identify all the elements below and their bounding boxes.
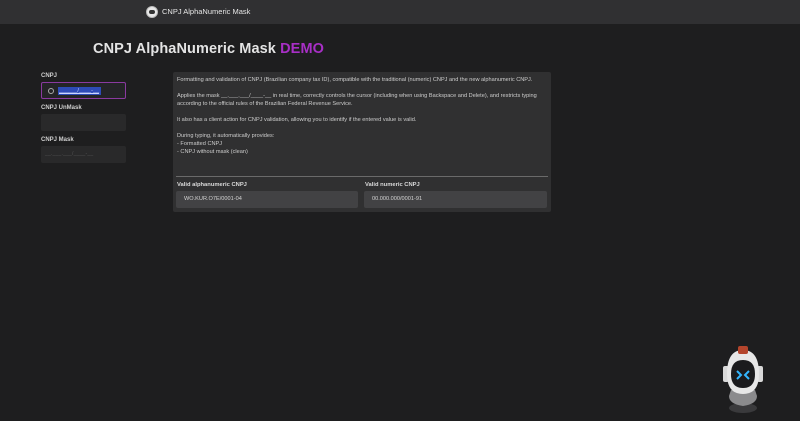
info-paragraph-2: Applies the mask __.___.___/____-__ in r… <box>177 93 537 107</box>
cnpj-unmask-label: CNPJ UnMask <box>41 105 82 111</box>
app-title[interactable]: CNPJ AlphaNumeric Mask <box>162 7 250 16</box>
cnpj-mask-input[interactable]: __.___.___/____-__ <box>41 146 126 163</box>
alpha-example-label: Valid alphanumeric CNPJ <box>177 182 247 188</box>
top-bar: CNPJ AlphaNumeric Mask <box>0 0 800 24</box>
cnpj-label: CNPJ <box>41 73 58 79</box>
numeric-example-label: Valid numeric CNPJ <box>365 182 420 188</box>
info-panel: Formatting and validation of CNPJ (Brazi… <box>173 72 551 212</box>
cnpj-unmask-input[interactable] <box>41 114 126 131</box>
alpha-example-value: WO.KUR.O7E/0001-04 <box>176 191 358 208</box>
cnpj-mask-label: CNPJ Mask <box>41 137 74 143</box>
page-title-demo: DEMO <box>280 41 325 57</box>
info-list-title: During typing, it automatically provides… <box>177 133 275 139</box>
info-paragraph-3: It also has a client action for CNPJ val… <box>177 117 417 123</box>
page-title-main: CNPJ AlphaNumeric Mask <box>93 41 276 57</box>
info-paragraph-1: Formatting and validation of CNPJ (Brazi… <box>177 77 533 83</box>
input-marker-icon <box>48 88 54 94</box>
cnpj-input-value[interactable]: ______/____-__ <box>58 87 101 95</box>
cnpj-mask-placeholder: __.___.___/____-__ <box>45 151 94 157</box>
info-list-item: - Formatted CNPJ <box>177 141 223 147</box>
cnpj-input[interactable]: ______/____-__ <box>41 82 126 99</box>
app-logo-icon[interactable] <box>146 6 158 18</box>
numeric-example-value: 00.000.000/0001-91 <box>364 191 547 208</box>
page-title: CNPJ AlphaNumeric Mask DEMO <box>93 41 324 57</box>
info-list-item: - CNPJ without mask (clean) <box>177 149 248 155</box>
astronaut-mascot-icon <box>723 346 763 413</box>
divider <box>176 176 548 177</box>
